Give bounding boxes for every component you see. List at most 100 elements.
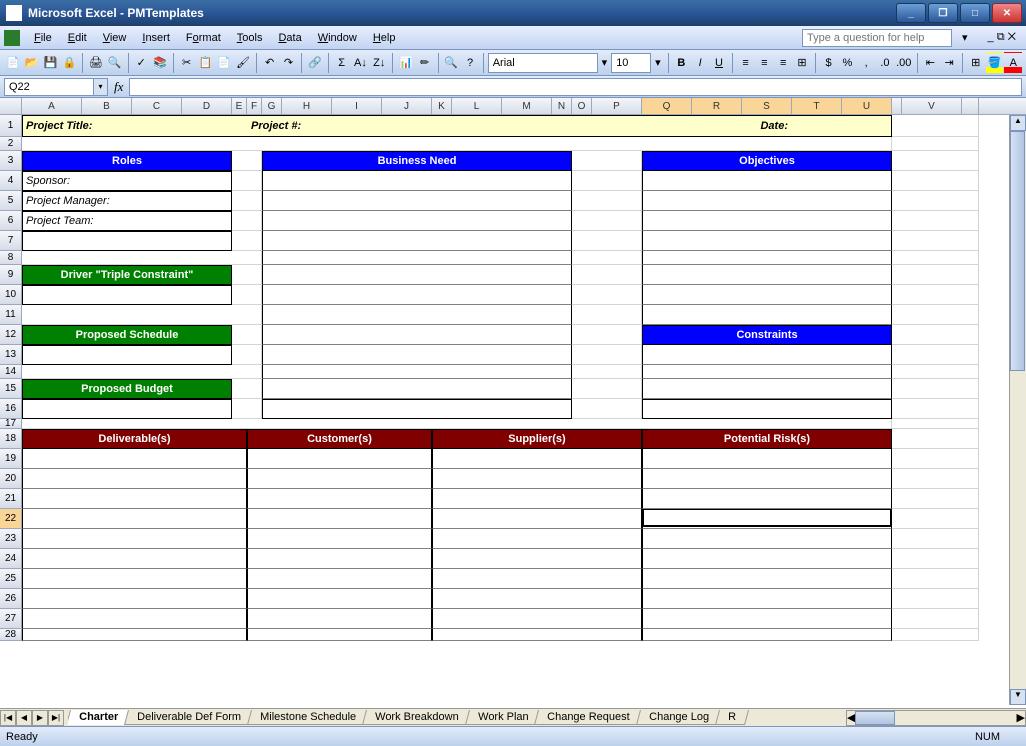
cell[interactable] [892,399,979,419]
cell[interactable] [262,399,572,419]
sheet-tab-milestone-schedule[interactable]: Milestone Schedule [247,710,369,725]
cell[interactable] [247,569,432,589]
menu-dropdown-icon[interactable]: ▾ [958,31,972,44]
cell[interactable] [892,419,979,429]
close-button[interactable]: ✕ [992,3,1022,23]
comma-button[interactable]: , [857,52,875,74]
cell[interactable] [642,529,892,549]
cell[interactable] [232,399,262,419]
scroll-up-icon[interactable]: ▲ [1010,115,1026,131]
menu-file[interactable]: File [26,30,60,46]
autosum-button[interactable]: Σ [333,52,351,74]
cell[interactable] [892,305,979,325]
scroll-right-icon[interactable]: ▶ [1017,711,1025,725]
underline-button[interactable]: U [710,52,728,74]
cell[interactable] [262,251,572,265]
cell[interactable] [232,231,262,251]
app-icon[interactable] [4,30,20,46]
cell[interactable] [572,399,642,419]
cell[interactable] [892,231,979,251]
cell[interactable] [262,285,572,305]
row-header-14[interactable]: 14 [0,365,22,379]
cell[interactable] [892,285,979,305]
new-button[interactable]: 📄 [4,52,22,74]
column-header-N[interactable]: N [552,98,572,114]
scroll-left-icon[interactable]: ◀ [847,711,855,725]
cell[interactable] [22,137,892,151]
cell[interactable] [642,469,892,489]
horizontal-scrollbar[interactable]: ◀ ▶ [846,710,1026,726]
cell[interactable] [642,251,892,265]
row-header-13[interactable]: 13 [0,345,22,365]
cell[interactable]: Potential Risk(s) [642,429,892,449]
select-all-corner[interactable] [0,98,22,114]
column-header-B[interactable]: B [82,98,132,114]
cell[interactable] [247,489,432,509]
sheet-tab-work-plan[interactable]: Work Plan [465,710,542,725]
cell[interactable] [22,469,247,489]
cell[interactable] [642,345,892,365]
row-header-25[interactable]: 25 [0,569,22,589]
redo-button[interactable]: ↷ [280,52,298,74]
sheet-tab-deliverable-def-form[interactable]: Deliverable Def Form [124,710,254,725]
cell[interactable] [247,549,432,569]
cell[interactable]: Roles [22,151,232,171]
row-header-1[interactable]: 1 [0,115,22,137]
cell[interactable] [432,449,642,469]
column-header-Q[interactable]: Q [642,98,692,114]
cell[interactable] [642,609,892,629]
cell[interactable] [642,509,892,529]
column-header-K[interactable]: K [432,98,452,114]
cell[interactable]: Sponsor: [22,171,232,191]
cell[interactable] [22,345,232,365]
print-button[interactable]: 🖨 [87,52,105,74]
cell[interactable] [262,325,572,345]
row-header-21[interactable]: 21 [0,489,22,509]
cell[interactable] [892,509,979,529]
row-header-2[interactable]: 2 [0,137,22,151]
sheet-tab-work-breakdown[interactable]: Work Breakdown [362,710,472,725]
cell[interactable] [572,211,642,231]
cell[interactable] [892,265,979,285]
cell[interactable]: Constraints [642,325,892,345]
cell[interactable] [892,449,979,469]
column-header-D[interactable]: D [182,98,232,114]
cell[interactable] [892,171,979,191]
cell[interactable]: Proposed Budget [22,379,232,399]
cell[interactable] [22,231,232,251]
menu-format[interactable]: Format [178,30,229,46]
font-name-dropdown-icon[interactable]: ▾ [599,52,610,74]
cell[interactable] [432,509,642,529]
decrease-indent-button[interactable]: ⇤ [921,52,939,74]
column-header-O[interactable]: O [572,98,592,114]
cell[interactable] [247,589,432,609]
row-header-18[interactable]: 18 [0,429,22,449]
cell[interactable] [262,191,572,211]
cell[interactable] [642,285,892,305]
drawing-button[interactable]: ✏ [416,52,434,74]
column-header-blank[interactable] [962,98,979,114]
help-button[interactable]: ? [461,52,479,74]
undo-button[interactable]: ↶ [261,52,279,74]
prev-sheet-button[interactable]: ◀ [16,710,32,726]
align-center-button[interactable]: ≡ [755,52,773,74]
cell[interactable] [572,265,642,285]
cell[interactable] [262,231,572,251]
currency-button[interactable]: $ [820,52,838,74]
row-header-20[interactable]: 20 [0,469,22,489]
fill-color-button[interactable]: 🪣 [986,52,1004,74]
font-name-select[interactable] [488,53,598,73]
bold-button[interactable]: B [672,52,690,74]
column-header-S[interactable]: S [742,98,792,114]
cell[interactable] [232,325,262,345]
font-size-select[interactable] [611,53,651,73]
cell[interactable] [572,365,642,379]
percent-button[interactable]: % [838,52,856,74]
cell[interactable] [432,629,642,641]
cell[interactable] [262,305,572,325]
cell[interactable] [572,191,642,211]
cell[interactable] [892,629,979,641]
cell[interactable] [642,305,892,325]
cell[interactable] [642,191,892,211]
cell[interactable] [572,171,642,191]
